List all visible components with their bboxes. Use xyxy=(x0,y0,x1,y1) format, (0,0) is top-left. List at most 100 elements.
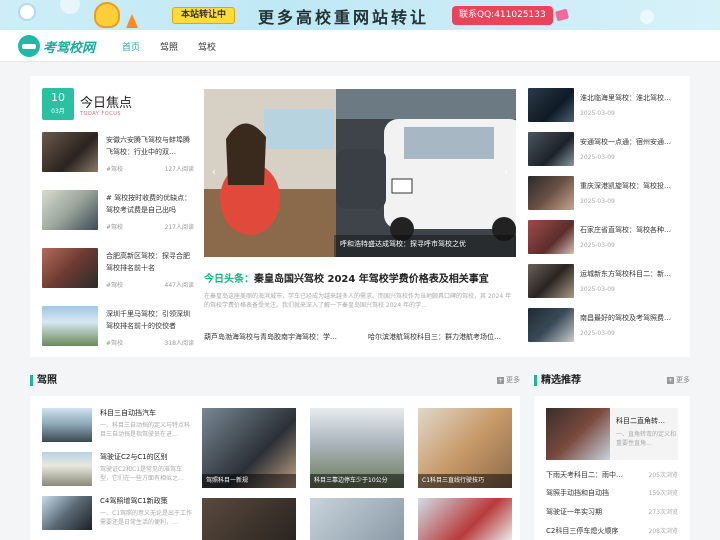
article-title[interactable]: C4驾照增驾C1新政策 xyxy=(100,496,192,506)
image-tile[interactable] xyxy=(202,498,296,540)
list-item[interactable]: 重庆深港凯旋驾校：驾校投… 2025-03-09 xyxy=(528,176,680,212)
news-title[interactable]: 安徽六安腾飞驾校与蚌埠腾飞驾校：行业中的双… xyxy=(106,134,194,158)
news-title[interactable]: 石家庄省直驾校：驾校各种… xyxy=(580,225,680,235)
slider-prev-icon[interactable]: ‹ xyxy=(212,167,216,178)
news-date: 2025-03-09 xyxy=(580,154,615,161)
list-item[interactable]: 淮北临海里驾校：淮北驾校… 2025-03-09 xyxy=(528,88,680,124)
ball-icon xyxy=(18,3,36,21)
date-day: 10 xyxy=(51,91,65,104)
sub-link[interactable]: 葫芦岛渤海驾校与青岛胶南宇海驾校：学… xyxy=(204,332,352,342)
list-item[interactable]: 科目三自动挡汽车 一、科目三自动挡的定义与特点科目三自动挡是指驾驶员在进… xyxy=(42,408,190,450)
list-item[interactable]: 驾驶证C2与C1的区别 驾驶证C2和C1是常见的准驾车型，它们在一些方面有相似之… xyxy=(42,452,190,494)
news-category[interactable]: #驾校 xyxy=(106,222,123,231)
banner-contact[interactable]: 联系QQ:411025133 xyxy=(452,6,553,25)
news-date: 2025-03-09 xyxy=(580,242,615,249)
list-item[interactable]: # 驾校按时收费的优缺点：驾校考试费是自己出吗 #驾校 217人阅读 xyxy=(42,190,194,232)
list-item[interactable]: 运城新东方驾校科目二：新… 2025-03-09 xyxy=(528,264,680,300)
rank-title[interactable]: C2科目三停车熄火顺序 xyxy=(546,526,636,536)
news-thumbnail xyxy=(42,306,98,346)
news-reads: 217人阅读 xyxy=(164,224,194,231)
tile-caption[interactable]: C1科目三直线行驶技巧 xyxy=(418,474,512,488)
top-banner-ad[interactable]: 本站转让中 更多高校重网站转让 联系QQ:411025133 xyxy=(0,0,720,30)
news-thumbnail xyxy=(42,190,98,230)
news-thumbnail xyxy=(528,308,574,342)
article-title[interactable]: 科目三自动挡汽车 xyxy=(100,408,192,418)
featured-title[interactable]: 科目二直角转… xyxy=(616,416,678,426)
image-tile[interactable] xyxy=(418,498,512,540)
rank-title[interactable]: 下雨天考科目二：雨中… xyxy=(546,470,636,480)
news-date: 2025-03-09 xyxy=(580,330,615,337)
news-reads: 447人阅读 xyxy=(164,282,194,289)
nav-license[interactable]: 驾照 xyxy=(160,40,178,53)
tile-caption[interactable]: 科目三靠边停车少于10公分 xyxy=(310,474,404,488)
tile-caption[interactable]: 驾照科目一新规 xyxy=(202,474,296,488)
plus-icon: + xyxy=(497,376,504,384)
news-reads: 318人阅读 xyxy=(164,340,194,347)
article-thumbnail xyxy=(42,496,92,530)
license-section-header: 驾照 + 更多 xyxy=(30,371,520,389)
more-label[interactable]: 更多 xyxy=(506,375,520,385)
list-item[interactable]: 合肥高新区驾校：探寻合肥驾校排名前十名 #驾校 447人阅读 xyxy=(42,248,194,290)
rank-item[interactable]: 下雨天考科目二：雨中… 205次浏览 xyxy=(546,470,678,480)
banner-tag: 本站转让中 xyxy=(172,7,236,24)
rank-item[interactable]: 驾照手动挡和自动挡 159次浏览 xyxy=(546,488,678,498)
featured-item[interactable]: 科目二直角转… 一、直角转弯的定义和重要性直角… xyxy=(546,408,678,460)
picks-section-header: 精选推荐 + 更多 xyxy=(534,371,690,389)
image-tile[interactable] xyxy=(310,498,404,540)
news-title[interactable]: 淮北临海里驾校：淮北驾校… xyxy=(580,93,680,103)
traffic-cone-icon xyxy=(126,14,138,28)
rank-reads: 208次浏览 xyxy=(648,528,678,535)
news-category[interactable]: #驾校 xyxy=(106,164,123,173)
news-title[interactable]: # 驾校按时收费的优缺点：驾校考试费是自己出吗 xyxy=(106,192,194,216)
rank-item[interactable]: 驾驶证一年实习期 273次浏览 xyxy=(546,507,678,517)
rank-title[interactable]: 驾照手动挡和自动挡 xyxy=(546,488,636,498)
today-focus-panel: 10 03月 今日焦点 TODAY FOCUS 安徽六安腾飞驾校与蚌埠腾飞驾校：… xyxy=(30,76,690,357)
section-title: 驾照 xyxy=(30,374,57,386)
list-item[interactable]: 深圳千里马驾校：引领深圳驾校排名前十的佼佼者 #驾校 318人阅读 xyxy=(42,306,194,348)
sub-link[interactable]: 哈尔滨港航驾校科目三：群力港航考场位… xyxy=(368,332,516,342)
slider-next-icon[interactable]: › xyxy=(504,167,508,178)
section-title: 精选推荐 xyxy=(534,374,581,386)
list-item[interactable]: 南昌最好的驾校及考驾照费… 2025-03-09 xyxy=(528,308,680,344)
rank-reads: 273次浏览 xyxy=(648,509,678,516)
news-title[interactable]: 重庆深港凯旋驾校：驾校投… xyxy=(580,181,680,191)
rank-item[interactable]: C2科目三停车熄火顺序 208次浏览 xyxy=(546,526,678,536)
nav-school[interactable]: 驾校 xyxy=(198,40,216,53)
rank-title[interactable]: 驾驶证一年实习期 xyxy=(546,507,636,517)
list-item[interactable]: 安通驾校一点通：宿州安通… 2025-03-09 xyxy=(528,132,680,168)
more-link[interactable]: + 更多 xyxy=(667,375,690,385)
news-thumbnail xyxy=(528,132,574,166)
focus-title: 今日焦点 xyxy=(80,95,133,111)
news-thumbnail xyxy=(528,176,574,210)
news-title[interactable]: 合肥高新区驾校：探寻合肥驾校排名前十名 xyxy=(106,250,194,274)
focus-heading: 10 03月 今日焦点 TODAY FOCUS xyxy=(42,88,132,120)
news-title[interactable]: 安通驾校一点通：宿州安通… xyxy=(580,137,680,147)
date-badge: 10 03月 xyxy=(42,88,74,120)
news-category[interactable]: #驾校 xyxy=(106,338,123,347)
article-title[interactable]: 驾驶证C2与C1的区别 xyxy=(100,452,192,462)
slider-caption[interactable]: 呼和浩特盛达成驾校：探寻呼市驾校之优 xyxy=(340,239,466,249)
news-category[interactable]: #驾校 xyxy=(106,280,123,289)
list-item[interactable]: C4驾照增驾C1新政策 一、C1驾照的意义无论是出于工作需要还是日常生活的便利，… xyxy=(42,496,192,538)
news-title[interactable]: 深圳千里马驾校：引领深圳驾校排名前十的佼佼者 xyxy=(106,308,194,332)
plus-icon: + xyxy=(667,376,674,384)
picks-panel: 科目二直角转… 一、直角转弯的定义和重要性直角… 下雨天考科目二：雨中… 205… xyxy=(534,396,690,540)
steering-wheel-icon xyxy=(18,35,40,57)
image-tile[interactable]: 科目三靠边停车少于10公分 xyxy=(310,408,404,488)
headline[interactable]: 今日头条：秦皇岛国兴驾校 2024 年驾校学费价格表及相关事宜 xyxy=(204,270,516,285)
list-item[interactable]: 安徽六安腾飞驾校与蚌埠腾飞驾校：行业中的双… #驾校 127人阅读 xyxy=(42,132,194,174)
more-link[interactable]: + 更多 xyxy=(497,375,520,385)
more-label[interactable]: 更多 xyxy=(676,375,690,385)
headline-title[interactable]: 秦皇岛国兴驾校 2024 年驾校学费价格表及相关事宜 xyxy=(254,274,489,285)
image-tile[interactable]: 驾照科目一新规 xyxy=(202,408,296,488)
news-title[interactable]: 运城新东方驾校科目二：新… xyxy=(580,269,680,279)
list-item[interactable]: 石家庄省直驾校：驾校各种… 2025-03-09 xyxy=(528,220,680,256)
site-logo[interactable]: 考驾校网 xyxy=(18,34,95,58)
rank-reads: 159次浏览 xyxy=(648,490,678,497)
headline-description: 在秦皇岛这座美丽的海滨城市，学车已经成为越来越多人的需求。而国兴驾校作为当地颇具… xyxy=(204,293,512,309)
focus-slider[interactable]: ‹ › 呼和浩特盛达成驾校：探寻呼市驾校之优 xyxy=(204,89,516,257)
focus-subtitle: TODAY FOCUS xyxy=(80,110,122,117)
image-tile[interactable]: C1科目三直线行驶技巧 xyxy=(418,408,512,488)
news-title[interactable]: 南昌最好的驾校及考驾照费… xyxy=(580,313,680,323)
nav-home[interactable]: 首页 xyxy=(122,40,140,53)
